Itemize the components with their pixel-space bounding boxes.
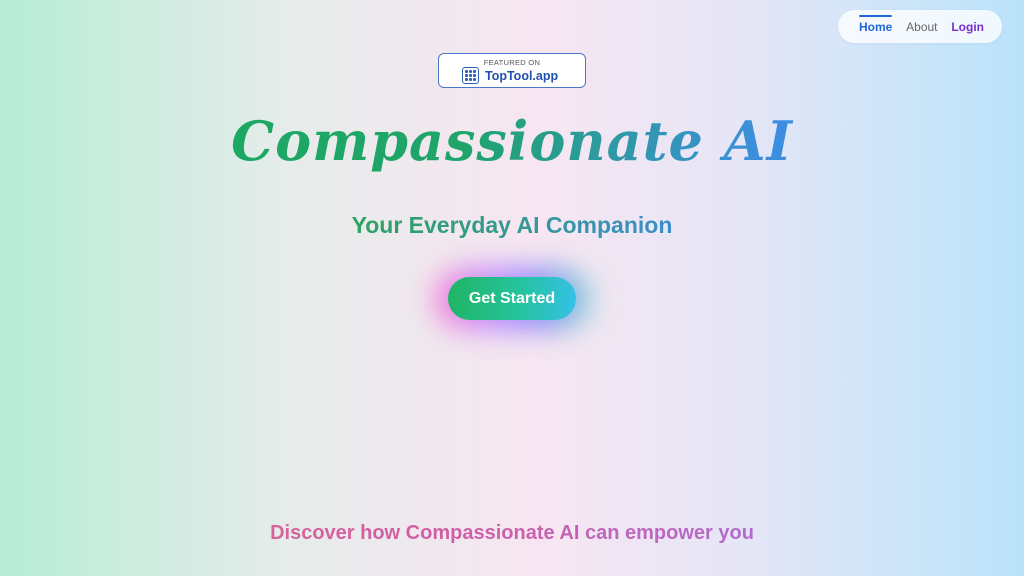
- grid-icon: [462, 67, 479, 84]
- nav-home-link[interactable]: Home: [859, 14, 893, 34]
- nav-login-link[interactable]: Login: [951, 20, 984, 34]
- badge-featured-label: FEATURED ON: [483, 58, 541, 67]
- top-nav: Home About Login: [838, 10, 1002, 43]
- get-started-button[interactable]: Get Started: [448, 277, 576, 320]
- featured-badge[interactable]: FEATURED ON TopTool.app: [438, 53, 586, 88]
- discover-tagline: Discover how Compassionate AI can empowe…: [0, 522, 1024, 545]
- nav-about-link[interactable]: About: [906, 20, 937, 34]
- hero-subtitle: Your Everyday AI Companion: [0, 212, 1024, 239]
- badge-row: TopTool.app: [462, 67, 558, 84]
- badge-name: TopTool.app: [485, 68, 559, 83]
- hero-title: Compassionate AI: [0, 106, 1024, 176]
